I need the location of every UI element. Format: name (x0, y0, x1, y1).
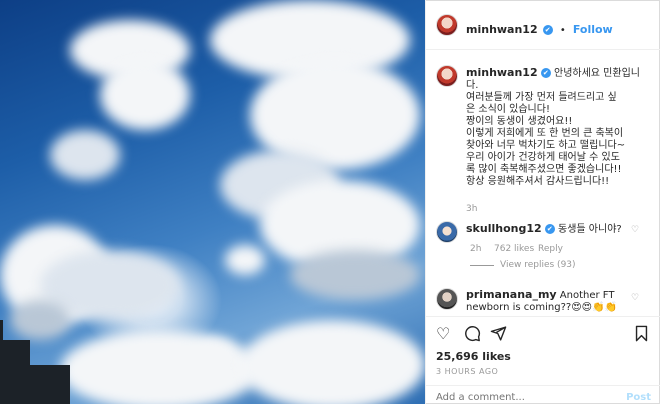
caption-line: 은 소식이 있습니다! (466, 104, 550, 115)
building-silhouette (25, 365, 70, 404)
reply-button[interactable]: Reply (538, 244, 563, 254)
verified-badge-icon: ✔ (540, 68, 551, 78)
post-header: minhwan12 ✔ • Follow (426, 0, 660, 50)
comment-likes[interactable]: 762 likes (494, 244, 534, 254)
caption-line: 여러분들께 가장 먼저 들려드리고 싶 (466, 92, 617, 103)
heart-icon[interactable]: ♡ (436, 325, 450, 343)
comments-list: minhwan12 ✔ 안녕하세요 민환입니 다. 여러분들께 가장 먼저 들려… (426, 51, 660, 316)
comment-icon[interactable] (464, 325, 481, 346)
comment-username[interactable]: skullhong12 (466, 222, 542, 235)
cloud (240, 320, 425, 404)
comment-time[interactable]: 2h (470, 244, 481, 254)
comment-username[interactable]: primanana_my (466, 288, 557, 301)
caption-line: 찾아와 너무 벅차기도 하고 떨립니다~ (466, 140, 626, 151)
post-button[interactable]: Post (626, 392, 651, 403)
caption-line: 다. (466, 80, 479, 91)
caption-line: 록 많이 축복해주셨으면 좋겠습니다!! (466, 164, 622, 175)
bookmark-icon[interactable] (634, 325, 649, 346)
comment-text: Another FT (559, 290, 615, 301)
cloud (290, 250, 420, 300)
building-silhouette (0, 320, 3, 340)
avatar[interactable] (436, 65, 458, 87)
comment: skullhong12 ✔ 동생들 아니야? (466, 223, 636, 236)
comment-input[interactable] (436, 392, 606, 403)
caption-line: 안녕하세요 민환입니 (554, 68, 640, 79)
caption-line: 짱이의 동생이 생겼어요!! (466, 116, 573, 127)
share-icon[interactable] (490, 325, 507, 346)
view-replies-button[interactable]: View replies (93) (500, 260, 576, 270)
comment-like-heart-icon[interactable]: ♡ (631, 225, 639, 235)
cloud (225, 245, 265, 275)
comment: primanana_my Another FT newborn is comin… (466, 289, 636, 314)
caption-line: 이렇게 저희에게 또 한 번의 큰 축복이 (466, 128, 624, 139)
post-actions: ♡ 25,696 likes 3 HOURS AGO Post (426, 316, 660, 404)
likes-count[interactable]: 25,696 likes (436, 350, 511, 363)
add-comment-bar: Post (426, 385, 660, 404)
cloud (10, 300, 70, 340)
verified-badge-icon: ✔ (542, 25, 553, 35)
comment-text: 동생들 아니야? (558, 224, 622, 235)
comment-text: newborn is coming??😍😍👏👏 (466, 302, 617, 313)
verified-badge-icon: ✔ (544, 224, 555, 234)
post-side-panel: minhwan12 ✔ • Follow minhwan12 ✔ 안녕하세요 민… (425, 0, 660, 404)
post-photo[interactable] (0, 0, 425, 404)
caption: minhwan12 ✔ 안녕하세요 민환입니 다. 여러분들께 가장 먼저 들려… (466, 67, 656, 188)
post-time[interactable]: 3 HOURS AGO (436, 367, 498, 376)
caption-username[interactable]: minhwan12 (466, 66, 538, 79)
caption-line: 우리 아이가 건강하게 태어날 수 있도 (466, 152, 620, 163)
avatar[interactable] (436, 221, 458, 243)
avatar[interactable] (436, 288, 458, 310)
avatar[interactable] (436, 14, 458, 36)
separator: • (559, 25, 566, 36)
caption-line: 항상 응원해주셔서 감사드립니다!! (466, 176, 610, 187)
header-username[interactable]: minhwan12 (466, 23, 538, 36)
cloud (50, 130, 120, 180)
caption-time[interactable]: 3h (466, 204, 477, 214)
cloud (60, 330, 260, 404)
follow-button[interactable]: Follow (573, 23, 613, 36)
replies-divider (470, 265, 494, 266)
cloud (100, 60, 190, 130)
comment-like-heart-icon[interactable]: ♡ (631, 293, 639, 303)
